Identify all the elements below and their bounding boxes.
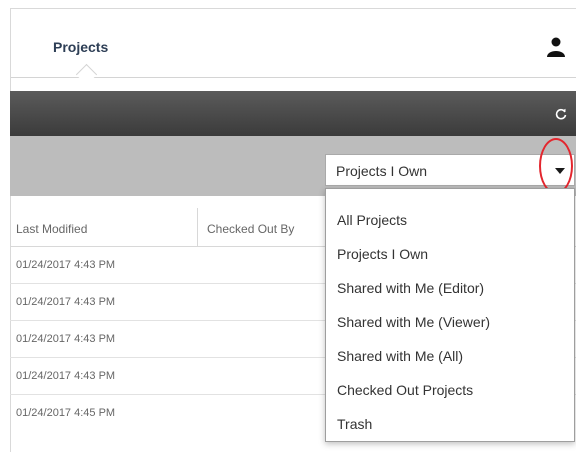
dropdown-item-trash[interactable]: Trash	[337, 416, 372, 432]
column-divider	[197, 208, 198, 246]
dropdown-item-shared-editor[interactable]: Shared with Me (Editor)	[337, 280, 484, 296]
row-last-modified: 01/24/2017 4:43 PM	[16, 333, 116, 345]
header-divider	[11, 77, 576, 78]
user-icon[interactable]	[547, 37, 565, 57]
highlight-circle	[539, 138, 573, 194]
toolbar	[10, 91, 576, 136]
filter-selected-value: Projects I Own	[336, 163, 428, 179]
column-checked-out-by[interactable]: Checked Out By	[207, 222, 294, 236]
active-tab-pointer	[75, 63, 98, 86]
dropdown-item-shared-viewer[interactable]: Shared with Me (Viewer)	[337, 314, 490, 330]
row-last-modified: 01/24/2017 4:45 PM	[16, 407, 116, 419]
dropdown-item-projects-i-own[interactable]: Projects I Own	[337, 246, 428, 262]
row-last-modified: 01/24/2017 4:43 PM	[16, 296, 116, 308]
refresh-icon[interactable]	[555, 108, 567, 120]
project-filter-select[interactable]: Projects I Own	[325, 154, 575, 186]
dropdown-item-checked-out[interactable]: Checked Out Projects	[337, 382, 473, 398]
column-last-modified[interactable]: Last Modified	[16, 222, 87, 236]
dropdown-item-shared-all[interactable]: Shared with Me (All)	[337, 348, 463, 364]
dropdown-item-all-projects[interactable]: All Projects	[337, 212, 407, 228]
row-last-modified: 01/24/2017 4:43 PM	[16, 259, 116, 271]
tab-projects[interactable]: Projects	[53, 39, 108, 55]
header: Projects	[11, 9, 576, 86]
filter-dropdown-menu: All Projects Projects I Own Shared with …	[325, 188, 575, 442]
row-last-modified: 01/24/2017 4:43 PM	[16, 370, 116, 382]
